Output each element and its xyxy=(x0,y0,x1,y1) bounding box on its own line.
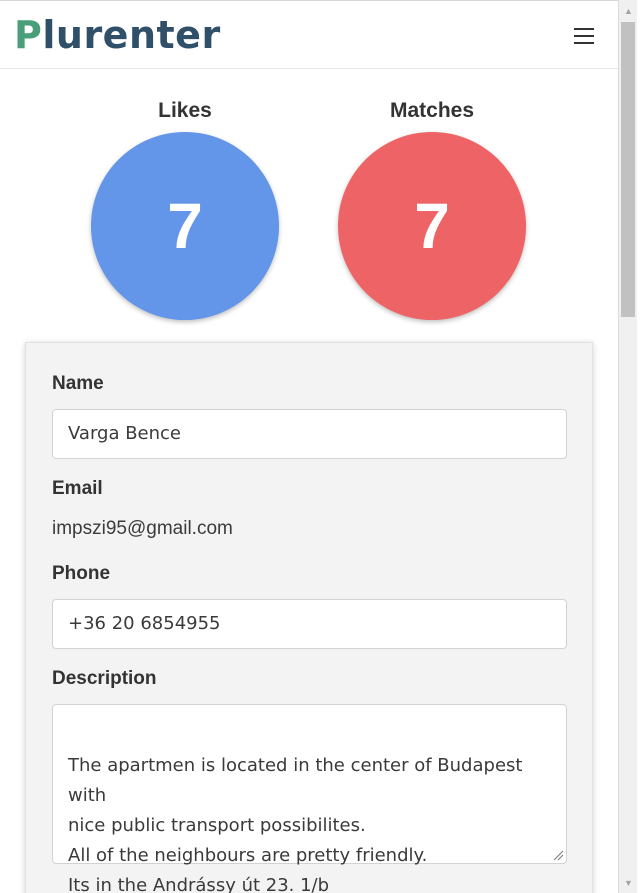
likes-stat: Likes 7 xyxy=(91,98,279,320)
description-textarea[interactable]: The apartmen is located in the center of… xyxy=(52,704,567,893)
name-input[interactable]: Varga Bence xyxy=(52,409,567,459)
description-label: Description xyxy=(52,668,157,689)
page: Plurenter Likes 7 Matches 7 Name Varga B… xyxy=(0,0,618,893)
brand-name: lurenter xyxy=(42,13,221,57)
scroll-thumb[interactable] xyxy=(621,22,635,317)
email-label: Email xyxy=(52,478,103,499)
scroll-down-arrow-icon[interactable]: ▼ xyxy=(619,874,638,891)
matches-circle: 7 xyxy=(338,132,526,320)
name-label: Name xyxy=(52,373,104,394)
matches-stat: Matches 7 xyxy=(338,98,526,320)
phone-label: Phone xyxy=(52,563,111,584)
matches-count: 7 xyxy=(414,190,450,262)
profile-card: Name Varga Bence Email impszi95@gmail.co… xyxy=(25,342,593,893)
brand-logo[interactable]: Plurenter xyxy=(14,13,221,57)
email-value: impszi95@gmail.com xyxy=(52,518,233,539)
brand-initial: P xyxy=(14,13,43,57)
vertical-scrollbar[interactable]: ▲ ▼ xyxy=(618,0,637,893)
matches-label: Matches xyxy=(389,99,475,122)
scroll-up-arrow-icon[interactable]: ▲ xyxy=(619,2,638,19)
hamburger-menu-icon[interactable] xyxy=(566,23,604,49)
likes-label: Likes xyxy=(158,99,212,122)
description-text: The apartmen is located in the center of… xyxy=(68,755,523,893)
resize-grip-icon[interactable] xyxy=(552,849,564,861)
likes-count: 7 xyxy=(167,190,203,262)
navbar: Plurenter xyxy=(0,1,618,69)
likes-circle: 7 xyxy=(91,132,279,320)
phone-input[interactable]: +36 20 6854955 xyxy=(52,599,567,649)
